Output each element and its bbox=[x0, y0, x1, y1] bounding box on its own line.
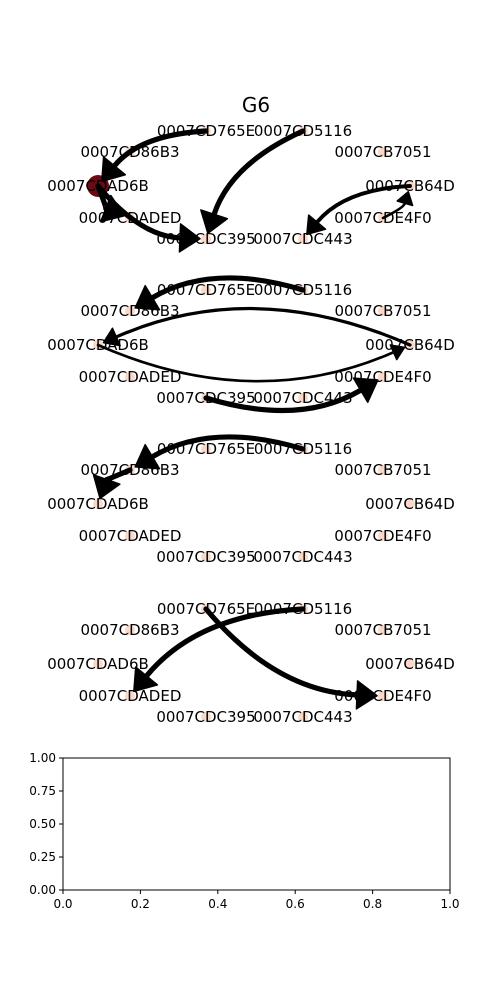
node-label: 0007CD765E bbox=[157, 600, 255, 618]
node-label: 0007CD86B3 bbox=[80, 621, 179, 639]
node-label: 0007CDC395 bbox=[156, 708, 255, 726]
graph-panels: 0007CD765E0007CD51160007CD86B3 0007CB7051… bbox=[47, 122, 455, 726]
node-label: 0007CD5116 bbox=[254, 122, 352, 140]
node-label: 0007CD5116 bbox=[254, 600, 352, 618]
node-label: 0007CDAD6B bbox=[47, 655, 149, 673]
node-label: 0007CD5116 bbox=[254, 440, 352, 458]
node-label: 0007CDAD6B bbox=[47, 177, 149, 195]
graph-panel-2: 0007CD765E0007CD5116 0007CD86B3 0007CB7051… bbox=[47, 275, 455, 414]
node-label: 0007CDC395 bbox=[156, 230, 255, 248]
node-label: 0007CB64D bbox=[365, 655, 455, 673]
empty-axes: 0.0 0.2 0.4 0.6 0.8 1.0 0.00 0.25 0.50 0.75 1.00 bbox=[29, 751, 459, 911]
node-label: 0007CD765E bbox=[157, 440, 255, 458]
x-tick-label: 0.8 bbox=[363, 897, 382, 911]
y-tick-label: 1.00 bbox=[29, 751, 56, 765]
node-label: 0007CDADED bbox=[79, 527, 182, 545]
node-label: 0007CD765E bbox=[157, 122, 255, 140]
node-label: 0007CDADED bbox=[79, 209, 182, 227]
y-tick-label: 0.25 bbox=[29, 850, 56, 864]
figure-title: G6 bbox=[242, 93, 270, 117]
node-label: 0007CD86B3 bbox=[80, 143, 179, 161]
y-tick-label: 0.75 bbox=[29, 784, 56, 798]
y-tick-label: 0.50 bbox=[29, 817, 56, 831]
node-label: 0007CB64D bbox=[365, 495, 455, 513]
node-label: 0007CD86B3 bbox=[80, 461, 179, 479]
node-label: 0007CB7051 bbox=[334, 143, 431, 161]
node-label: 0007CDC443 bbox=[253, 548, 352, 566]
node-label: 0007CDE4F0 bbox=[334, 687, 431, 705]
x-tick-label: 0.0 bbox=[53, 897, 72, 911]
figure-canvas: G6 0007CD765E 0007CD5116 0007CD86B3 0007CB7… bbox=[0, 0, 500, 1000]
node-label: 0007CDADED bbox=[79, 368, 182, 386]
node-label: 0007CB7051 bbox=[334, 461, 431, 479]
node-label: 0007CDC395 bbox=[156, 389, 255, 407]
node-label: 0007CD5116 bbox=[254, 281, 352, 299]
x-tick-label: 0.2 bbox=[131, 897, 150, 911]
node-label: 0007CDC395 bbox=[156, 548, 255, 566]
node-label: 0007CDC443 bbox=[253, 230, 352, 248]
node-label: 0007CDC443 bbox=[253, 389, 352, 407]
node-label: 0007CB7051 bbox=[334, 621, 431, 639]
x-tick-label: 0.6 bbox=[286, 897, 305, 911]
node-label: 0007CB64D bbox=[365, 336, 455, 354]
node-label: 0007CDAD6B bbox=[47, 495, 149, 513]
node-label: 0007CDADED bbox=[79, 687, 182, 705]
node-label: 0007CDC443 bbox=[253, 708, 352, 726]
node-label: 0007CDE4F0 bbox=[334, 527, 431, 545]
graph-panel-1: 0007CD765E0007CD5116 0007CD86B3 0007CB7051… bbox=[47, 122, 455, 253]
x-tick-label: 0.4 bbox=[208, 897, 227, 911]
node-label: 0007CB7051 bbox=[334, 302, 431, 320]
figure-svg: G6 0007CD765E0007CD51160007CD86B3 0007CB7… bbox=[29, 93, 459, 911]
node-label: 0007CDE4F0 bbox=[334, 209, 431, 227]
node-label: 0007CDAD6B bbox=[47, 336, 149, 354]
graph-panel-4: 0007CD765E0007CD5116 0007CD86B3 0007CB7051… bbox=[47, 600, 455, 726]
node-label: 0007CD86B3 bbox=[80, 302, 179, 320]
node-label: 0007CB64D bbox=[365, 177, 455, 195]
axes-frame bbox=[62, 757, 451, 891]
y-tick-label: 0.00 bbox=[29, 883, 56, 897]
graph-panel-3: 0007CD765E0007CD5116 0007CD86B3 0007CB7051… bbox=[47, 434, 455, 566]
x-tick-label: 1.0 bbox=[440, 897, 459, 911]
node-label: 0007CD765E bbox=[157, 281, 255, 299]
graph-edge bbox=[200, 128, 306, 235]
node-label: 0007CDE4F0 bbox=[334, 368, 431, 386]
